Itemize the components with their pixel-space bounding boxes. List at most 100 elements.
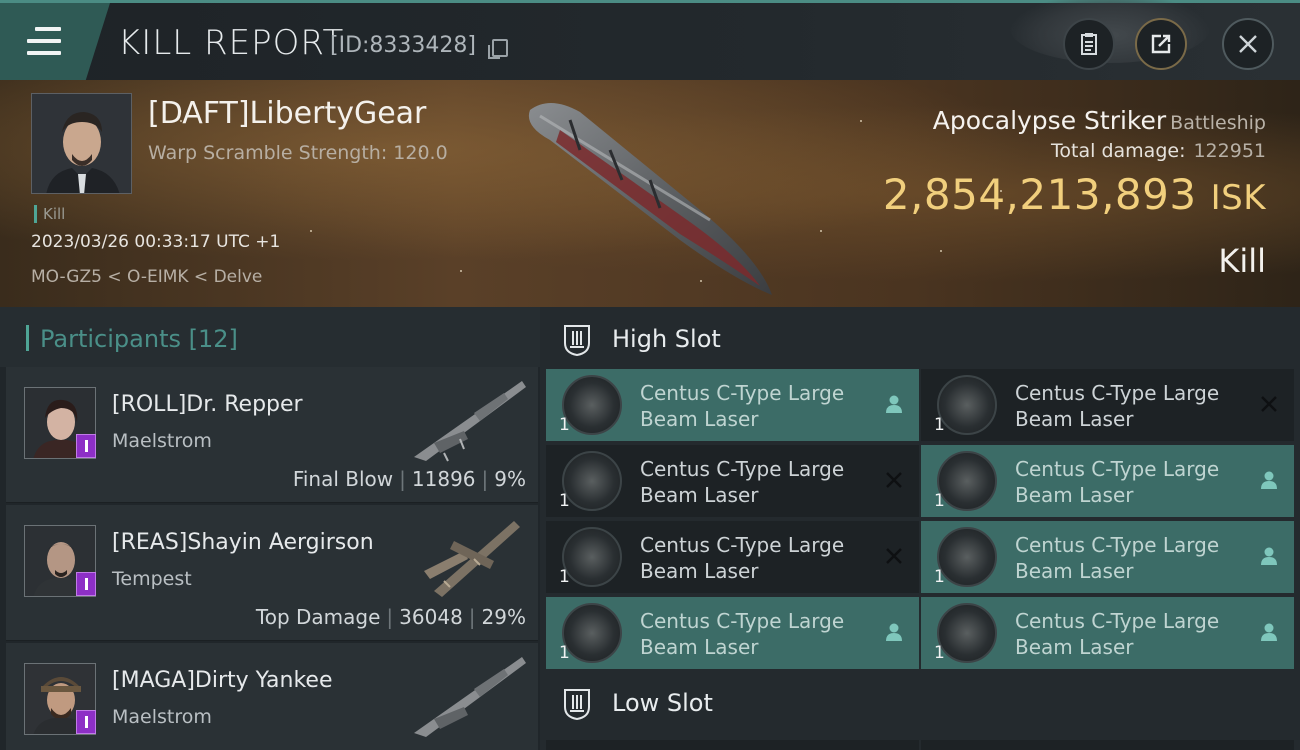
participant-name[interactable]: [REAS]Shayin Aergirson: [112, 530, 374, 555]
module-name-line1: Centus C-Type Large: [640, 381, 845, 405]
laser-module-icon: [937, 603, 997, 663]
participant-name[interactable]: [ROLL]Dr. Repper: [112, 392, 303, 417]
module-quantity: 1: [559, 491, 570, 511]
module-quantity: 1: [934, 567, 945, 587]
participants-count: [12]: [188, 325, 238, 353]
clipboard-button[interactable]: [1063, 18, 1115, 70]
participant-tag: Final Blow: [292, 467, 394, 491]
victim-portrait[interactable]: [31, 93, 132, 194]
header-bar: KILL REPORT [ID:8333428]: [0, 0, 1300, 80]
module-name: Centus C-Type Large Beam Laser: [640, 532, 844, 584]
victim-ship-name[interactable]: Apocalypse Striker Battleship: [933, 106, 1266, 135]
participant-ship-image[interactable]: [404, 649, 532, 739]
module-name-line2: Beam Laser: [640, 635, 759, 659]
module-name-line1: Centus C-Type Large: [640, 457, 845, 481]
laser-module-icon: [562, 375, 622, 435]
kill-result: Kill: [1218, 242, 1266, 280]
laser-module-icon: [562, 451, 622, 511]
pilot-badge-icon: [76, 572, 96, 596]
module-item[interactable]: 1 Centus C-Type Large Beam Laser: [546, 597, 919, 669]
module-quantity: 1: [934, 643, 945, 663]
cross-icon: [1261, 396, 1277, 412]
isk-unit: ISK: [1210, 178, 1266, 218]
total-damage-value: 122951: [1193, 140, 1266, 162]
participant-ship: Maelstrom: [112, 706, 212, 728]
participant-tag: Top Damage: [255, 605, 381, 629]
module-item[interactable]: [546, 740, 919, 750]
participants-panel: Participants [12] [ROLL]Dr. Repper Maels…: [0, 307, 540, 750]
separator: |: [399, 467, 406, 491]
menu-button[interactable]: [0, 3, 110, 80]
share-icon: [1151, 34, 1171, 54]
laser-module-icon: [937, 451, 997, 511]
separator: |: [481, 467, 489, 491]
participants-label: Participants: [40, 325, 181, 353]
module-item[interactable]: [921, 740, 1294, 750]
participant-ship-image[interactable]: [404, 511, 532, 601]
module-item[interactable]: 1 Centus C-Type Large Beam Laser: [921, 597, 1294, 669]
module-name-line1: Centus C-Type Large: [1015, 609, 1220, 633]
close-icon: [1239, 35, 1257, 53]
participants-header: Participants [12]: [0, 307, 540, 367]
module-item[interactable]: 1 Centus C-Type Large Beam Laser: [546, 445, 919, 517]
copy-icon[interactable]: [488, 39, 508, 59]
module-name: Centus C-Type Large Beam Laser: [1015, 380, 1219, 432]
laser-module-icon: [937, 527, 997, 587]
share-button[interactable]: [1135, 18, 1187, 70]
low-slot-icon: [564, 689, 590, 721]
module-name-line2: Beam Laser: [1015, 559, 1134, 583]
report-id: [ID:8333428]: [330, 33, 476, 58]
close-button[interactable]: [1222, 18, 1274, 70]
module-quantity: 1: [559, 415, 570, 435]
pilot-icon: [886, 395, 902, 413]
participant-percent: 29%: [481, 605, 526, 629]
pilot-badge-icon: [76, 434, 96, 458]
module-item[interactable]: 1 Centus C-Type Large Beam Laser: [546, 521, 919, 593]
laser-module-icon: [562, 527, 622, 587]
module-name-line1: Centus C-Type Large: [640, 609, 845, 633]
participant-ship-image[interactable]: [404, 373, 532, 463]
module-item[interactable]: 1 Centus C-Type Large Beam Laser: [546, 369, 919, 441]
kill-datetime: 2023/03/26 00:33:17 UTC +1: [31, 232, 281, 252]
laser-module-icon: [937, 375, 997, 435]
kill-location[interactable]: MO-GZ5 < O-EIMK < Delve: [31, 267, 262, 287]
high-slot-title: High Slot: [612, 325, 721, 353]
victim-banner: [DAFT]LibertyGear Warp Scramble Strength…: [0, 80, 1300, 307]
module-name-line1: Centus C-Type Large: [1015, 457, 1220, 481]
low-slot-title: Low Slot: [612, 689, 713, 717]
cross-icon: [886, 472, 902, 488]
module-name: Centus C-Type Large Beam Laser: [640, 456, 844, 508]
participant-ship: Tempest: [112, 568, 192, 590]
module-name-line2: Beam Laser: [640, 483, 759, 507]
participants-title: Participants [12]: [40, 325, 238, 353]
module-name-line1: Centus C-Type Large: [1015, 533, 1220, 557]
victim-name[interactable]: [DAFT]LibertyGear: [148, 96, 426, 131]
victim-ship-image[interactable]: [510, 90, 790, 300]
participant-row[interactable]: [MAGA]Dirty Yankee Maelstrom: [6, 643, 538, 750]
ship-name-text: Apocalypse Striker: [932, 106, 1167, 135]
isk-value: 2,854,213,893 ISK: [883, 170, 1266, 219]
clipboard-icon: [1081, 33, 1097, 55]
total-damage: Total damage: 122951: [1051, 140, 1266, 162]
participant-row[interactable]: [REAS]Shayin Aergirson Tempest Top Damag…: [6, 505, 538, 641]
module-name-line2: Beam Laser: [1015, 483, 1134, 507]
total-damage-label: Total damage:: [1051, 140, 1186, 162]
module-name: Centus C-Type Large Beam Laser: [640, 608, 844, 660]
separator: |: [468, 605, 476, 629]
module-quantity: 1: [559, 567, 570, 587]
kill-tag: Kill: [34, 205, 65, 223]
module-item[interactable]: 1 Centus C-Type Large Beam Laser: [921, 369, 1294, 441]
module-item[interactable]: 1 Centus C-Type Large Beam Laser: [921, 445, 1294, 517]
module-name-line2: Beam Laser: [640, 407, 759, 431]
high-slot-icon: [564, 325, 590, 357]
module-name: Centus C-Type Large Beam Laser: [1015, 532, 1219, 584]
participant-name[interactable]: [MAGA]Dirty Yankee: [112, 668, 333, 693]
pilot-icon: [1261, 471, 1277, 489]
module-name: Centus C-Type Large Beam Laser: [1015, 456, 1219, 508]
page-title: KILL REPORT: [118, 23, 345, 63]
module-item[interactable]: 1 Centus C-Type Large Beam Laser: [921, 521, 1294, 593]
module-name-line2: Beam Laser: [1015, 635, 1134, 659]
module-name-line1: Centus C-Type Large: [640, 533, 845, 557]
participant-row[interactable]: [ROLL]Dr. Repper Maelstrom Final Blow | 11…: [6, 367, 538, 503]
pilot-icon: [886, 623, 902, 641]
